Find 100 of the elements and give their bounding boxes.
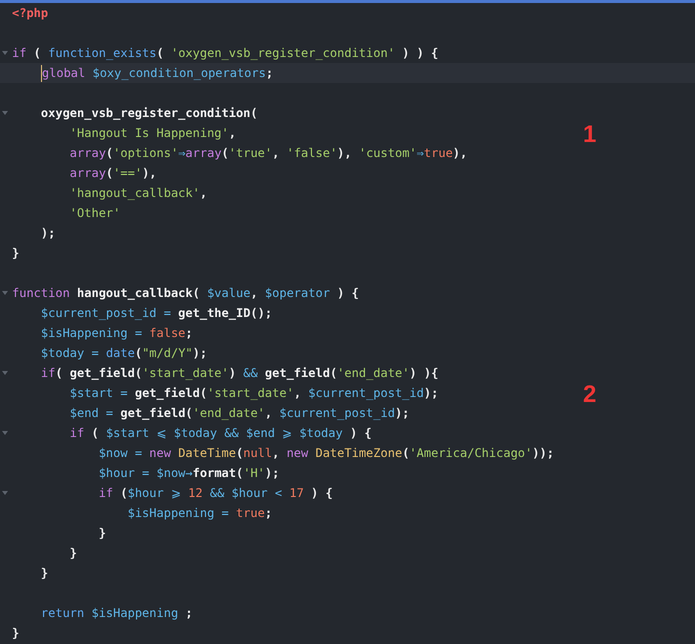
punctuation: ; [185,326,193,340]
operator: < [274,486,284,500]
operator: = [104,406,114,420]
variable: $isHappening [40,326,128,340]
keyword: if [98,486,114,500]
string-literal: 'options' [113,146,178,160]
keyword: if [70,426,84,440]
string-literal: '==' [113,166,142,180]
punctuation: ) [228,366,237,380]
punctuation: , [250,286,259,300]
operator: && [208,486,226,500]
variable: $end [246,426,275,440]
variable: $isHappening [128,506,214,520]
variable: $hour [98,466,135,480]
punctuation: ( [106,146,114,160]
string-literal: 'start_date' [207,386,294,400]
operator: ⇒ [416,146,424,160]
variable: $today [174,426,218,440]
variable: $start [106,426,150,440]
punctuation: } [70,546,78,560]
text-cursor [40,64,42,82]
annotation-number: 2 [583,383,596,407]
punctuation: (); [250,306,272,320]
punctuation: ( [250,106,258,120]
fold-icon[interactable] [2,111,8,115]
punctuation: ; [266,66,274,80]
punctuation: ), [142,166,157,180]
punctuation: } [40,566,48,580]
punctuation: ) ) { [401,46,438,60]
function-name: get_field [134,386,200,400]
punctuation: ) ){ [409,366,438,380]
keyword: array [185,146,222,160]
punctuation: ( [200,386,208,400]
punctuation: } [12,626,20,640]
punctuation: ( [192,286,201,300]
fold-icon[interactable] [2,51,8,55]
punctuation: ( [32,46,42,60]
string-literal: 'H' [243,466,265,480]
variable: $now [98,446,128,460]
string-literal: 'hangout_callback' [70,186,200,200]
punctuation: ) { [348,426,372,440]
string-literal: 'start_date' [142,366,229,380]
punctuation: ( [106,166,114,180]
string-literal: 'Other' [70,206,120,220]
punctuation: ( [156,46,165,60]
variable: $today [299,426,343,440]
operator: = [141,466,150,480]
string-literal: "m/d/Y" [142,346,193,360]
punctuation: ), [337,146,353,160]
function-name: oxygen_vsb_register_condition [40,106,250,120]
punctuation: ( [236,466,244,480]
variable: $isHappening [91,606,178,620]
function-name: return [40,606,86,620]
fold-icon[interactable] [2,371,8,375]
string-literal: 'custom' [358,146,417,160]
class-name: DateTimeZone [315,446,402,460]
punctuation: ( [222,146,229,160]
string-literal: 'end_date' [337,366,410,380]
fold-icon[interactable] [2,491,8,495]
punctuation: ); [40,226,56,240]
function-name: date [106,346,135,360]
keyword: if [40,366,56,380]
class-name: DateTime [178,446,236,460]
operator: = [119,386,129,400]
keyword: array [70,166,106,180]
fold-icon[interactable] [2,431,8,435]
annotation-number: 1 [583,123,596,147]
punctuation: ( [402,446,410,460]
punctuation: ; [184,606,193,620]
keyword: function [12,286,71,300]
punctuation: } [98,526,106,540]
variable: $hour [232,486,268,500]
variable: $current_post_id [308,386,424,400]
string-literal: 'end_date' [192,406,265,420]
punctuation: } [12,246,20,260]
literal-value: 17 [289,486,304,500]
variable: $start [70,386,114,400]
punctuation: ) { [336,286,359,300]
punctuation: ); [192,346,208,360]
string-literal: 'Hangout Is Happening' [70,126,229,140]
variable: $operator [264,286,330,300]
variable: $oxy_condition_operators [92,66,266,80]
keyword: if [12,46,26,60]
operator: ⇒ [178,146,186,160]
operator: → [185,466,193,480]
variable: $current_post_id [40,306,156,320]
punctuation: , [264,406,274,420]
punctuation: )); [532,446,554,460]
operator: = [134,446,144,460]
punctuation: , [272,446,280,460]
punctuation: , [228,126,236,140]
function-name: hangout_callback [77,286,193,300]
operator: = [90,346,100,360]
operator: && [223,426,240,440]
operator: = [134,326,144,340]
function-name: get_field [120,406,186,420]
punctuation: , [294,386,302,400]
variable: $hour [128,486,164,500]
fold-icon[interactable] [2,291,8,295]
string-literal: 'false' [286,146,338,160]
